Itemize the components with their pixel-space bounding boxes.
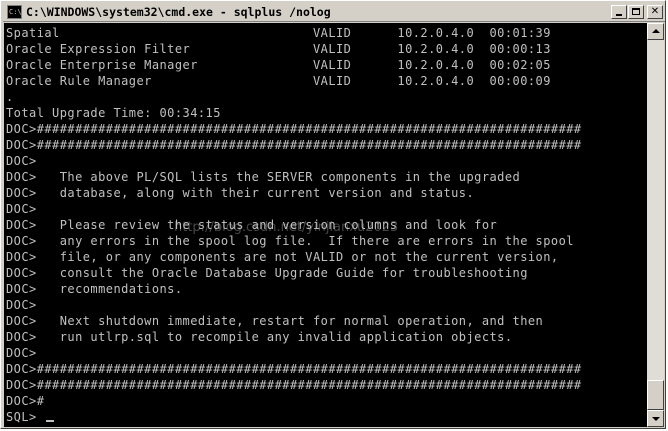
sql-prompt-line: SQL> [6, 409, 582, 425]
console-line: Spatial VALID 10.2.0.4.0 00:01:39 [6, 26, 551, 40]
console-line: Oracle Expression Filter VALID 10.2.0.4.… [6, 42, 551, 56]
minimize-button[interactable] [611, 5, 627, 19]
scroll-thumb[interactable] [647, 380, 664, 410]
console-line: Total Upgrade Time: 00:34:15 [6, 106, 221, 120]
maximize-button[interactable] [628, 5, 644, 19]
console-lines: Spatial VALID 10.2.0.4.0 00:01:39 Oracle … [6, 25, 582, 425]
console-line: DOC># [6, 394, 45, 408]
console-line: DOC> [6, 298, 37, 312]
console-output[interactable]: Spatial VALID 10.2.0.4.0 00:01:39 Oracle … [4, 23, 647, 427]
vertical-scrollbar[interactable] [647, 23, 664, 427]
console-line: DOC> [6, 154, 37, 168]
cmd-window: C:\ C:\WINDOWS\system32\cmd.exe - sqlplu… [0, 0, 666, 429]
arrow-down-icon [652, 417, 660, 421]
console-line: Oracle Rule Manager VALID 10.2.0.4.0 00:… [6, 74, 551, 88]
text-cursor [46, 420, 55, 422]
close-icon: ✕ [650, 6, 660, 17]
cmd-icon[interactable]: C:\ [7, 5, 22, 19]
console-line: DOC>####################################… [6, 362, 582, 376]
scroll-up-button[interactable] [647, 23, 664, 40]
scroll-down-button[interactable] [647, 410, 664, 427]
console-line: Oracle Enterprise Manager VALID 10.2.0.4… [6, 58, 551, 72]
console-line: DOC> [6, 202, 37, 216]
minimize-icon [616, 14, 622, 16]
console-line: DOC> consult the Oracle Database Upgrade… [6, 266, 528, 280]
console-line: DOC>####################################… [6, 122, 582, 136]
window-title: C:\WINDOWS\system32\cmd.exe - sqlplus /n… [26, 5, 331, 19]
console-line: DOC> Next shutdown immediate, restart fo… [6, 314, 544, 328]
console-line: DOC>####################################… [6, 378, 582, 392]
close-button[interactable]: ✕ [647, 5, 663, 19]
console-line: DOC> recommendations. [6, 282, 183, 296]
console-line: DOC> The above PL/SQL lists the SERVER c… [6, 170, 521, 184]
console-line: DOC> file, or any components are not VAL… [6, 250, 559, 264]
console-line: DOC> Please review the status and versio… [6, 218, 498, 232]
title-bar[interactable]: C:\ C:\WINDOWS\system32\cmd.exe - sqlplu… [3, 3, 665, 22]
console-line: DOC> [6, 346, 37, 360]
console-line: DOC>####################################… [6, 138, 582, 152]
arrow-up-icon [652, 29, 660, 33]
console-line: DOC> database, along with their current … [6, 186, 475, 200]
console-line: DOC> run utlrp.sql to recompile any inva… [6, 330, 513, 344]
maximize-icon [632, 8, 640, 15]
console-line: . [6, 90, 14, 104]
console-line: DOC> any errors in the spool log file. I… [6, 234, 574, 248]
